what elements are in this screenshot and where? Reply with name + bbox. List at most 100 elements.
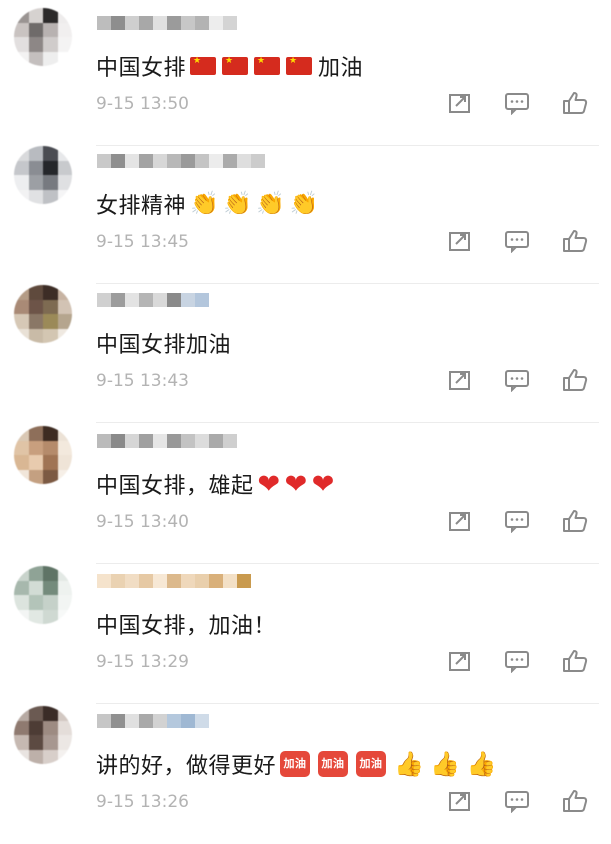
avatar-mosaic-cell <box>57 51 72 66</box>
share-icon[interactable] <box>447 91 473 115</box>
comment-actions <box>447 228 589 254</box>
username-mosaic-cell <box>167 434 181 448</box>
comment-text-main: 中国女排加油 <box>96 333 232 358</box>
avatar-mosaic-cell <box>28 175 43 190</box>
avatar-mosaic-cell <box>14 566 29 581</box>
avatar-mosaic-cell <box>28 8 43 23</box>
flag-emoji-group <box>190 56 318 75</box>
comment-time: 9-15 13:45 <box>96 232 189 252</box>
avatar-mosaic-cell <box>43 328 58 343</box>
username-mosaic-cell <box>153 714 167 728</box>
comment-icon[interactable] <box>503 368 531 392</box>
avatar-mosaic-cell <box>28 735 43 750</box>
avatar-mosaic-cell <box>14 146 29 161</box>
username-mosaic-cell <box>111 16 125 30</box>
username-mosaic-cell <box>97 434 111 448</box>
avatar-mosaic-cell <box>14 51 29 66</box>
comment-text-tail: 加油 <box>318 56 364 81</box>
avatar-mosaic-cell <box>14 595 29 610</box>
avatar[interactable] <box>14 8 72 66</box>
avatar-mosaic-cell <box>28 440 43 455</box>
username-mosaic-cell <box>181 154 195 168</box>
username-mosaic-cell <box>111 154 125 168</box>
username-mosaic-cell <box>181 574 195 588</box>
username-mosaic-cell <box>167 574 181 588</box>
username-mosaic-cell <box>111 574 125 588</box>
avatar-mosaic-cell <box>57 749 72 764</box>
username-mosaic-cell <box>237 574 251 588</box>
avatar-mosaic-cell <box>57 455 72 470</box>
like-icon[interactable] <box>561 648 589 674</box>
avatar-mosaic-cell <box>57 175 72 190</box>
share-icon[interactable] <box>447 649 473 673</box>
share-icon[interactable] <box>447 229 473 253</box>
share-icon[interactable] <box>447 789 473 813</box>
avatar[interactable] <box>14 426 72 484</box>
username-blurred[interactable] <box>97 434 237 448</box>
avatar-mosaic-cell <box>43 469 58 484</box>
avatar[interactable] <box>14 146 72 204</box>
username-mosaic-cell <box>139 714 153 728</box>
avatar-mosaic-cell <box>57 285 72 300</box>
avatar-mosaic-cell <box>28 455 43 470</box>
like-icon[interactable] <box>561 228 589 254</box>
comment-icon[interactable] <box>503 649 531 673</box>
avatar-mosaic-cell <box>43 706 58 721</box>
avatar-mosaic-cell <box>28 314 43 329</box>
avatar[interactable] <box>14 285 72 343</box>
username-blurred[interactable] <box>97 574 251 588</box>
avatar-mosaic-cell <box>28 426 43 441</box>
avatar-mosaic-cell <box>57 469 72 484</box>
share-icon[interactable] <box>447 368 473 392</box>
comment-item: 中国女排加油 9-15 13:43 <box>0 285 611 423</box>
avatar-mosaic-cell <box>14 189 29 204</box>
username-blurred[interactable] <box>97 714 209 728</box>
username-mosaic-cell <box>167 16 181 30</box>
avatar-mosaic-cell <box>43 189 58 204</box>
china-flag-icon <box>254 56 281 75</box>
avatar-mosaic-cell <box>14 8 29 23</box>
like-icon[interactable] <box>561 90 589 116</box>
comment-actions <box>447 508 589 534</box>
like-icon[interactable] <box>561 788 589 814</box>
username-mosaic-cell <box>125 574 139 588</box>
username-blurred[interactable] <box>97 154 265 168</box>
avatar-mosaic-cell <box>28 160 43 175</box>
username-mosaic-cell <box>97 154 111 168</box>
divider <box>96 563 599 564</box>
username-blurred[interactable] <box>97 16 237 30</box>
like-icon[interactable] <box>561 367 589 393</box>
username-mosaic-cell <box>209 154 223 168</box>
comment-icon[interactable] <box>503 229 531 253</box>
username-blurred[interactable] <box>97 293 209 307</box>
avatar-mosaic-cell <box>14 299 29 314</box>
comment-icon[interactable] <box>503 509 531 533</box>
clap-hands-icon: 👏 <box>256 190 286 217</box>
username-mosaic-cell <box>181 434 195 448</box>
avatar-mosaic-cell <box>14 749 29 764</box>
heart-icon: ❤ <box>257 468 281 500</box>
avatar-mosaic-cell <box>28 720 43 735</box>
avatar-mosaic-cell <box>57 37 72 52</box>
username-mosaic-cell <box>195 434 209 448</box>
comment-actions <box>447 788 589 814</box>
comment-item: 中国女排，雄起 ❤ ❤ ❤ 9-15 13:40 <box>0 426 611 564</box>
comment-text-main: 中国女排 <box>96 56 187 81</box>
comment-icon[interactable] <box>503 91 531 115</box>
username-mosaic-cell <box>139 154 153 168</box>
avatar[interactable] <box>14 566 72 624</box>
avatar-mosaic-cell <box>57 8 72 23</box>
comment-icon[interactable] <box>503 789 531 813</box>
username-mosaic-cell <box>167 154 181 168</box>
share-icon[interactable] <box>447 509 473 533</box>
username-mosaic-cell <box>195 16 209 30</box>
username-mosaic-cell <box>167 714 181 728</box>
comment-actions <box>447 648 589 674</box>
china-flag-icon <box>190 56 217 75</box>
username-mosaic-cell <box>181 16 195 30</box>
username-mosaic-cell <box>97 574 111 588</box>
like-icon[interactable] <box>561 508 589 534</box>
avatar-mosaic-cell <box>14 175 29 190</box>
avatar[interactable] <box>14 706 72 764</box>
comment-text-main: 中国女排，加油！ <box>96 614 277 639</box>
